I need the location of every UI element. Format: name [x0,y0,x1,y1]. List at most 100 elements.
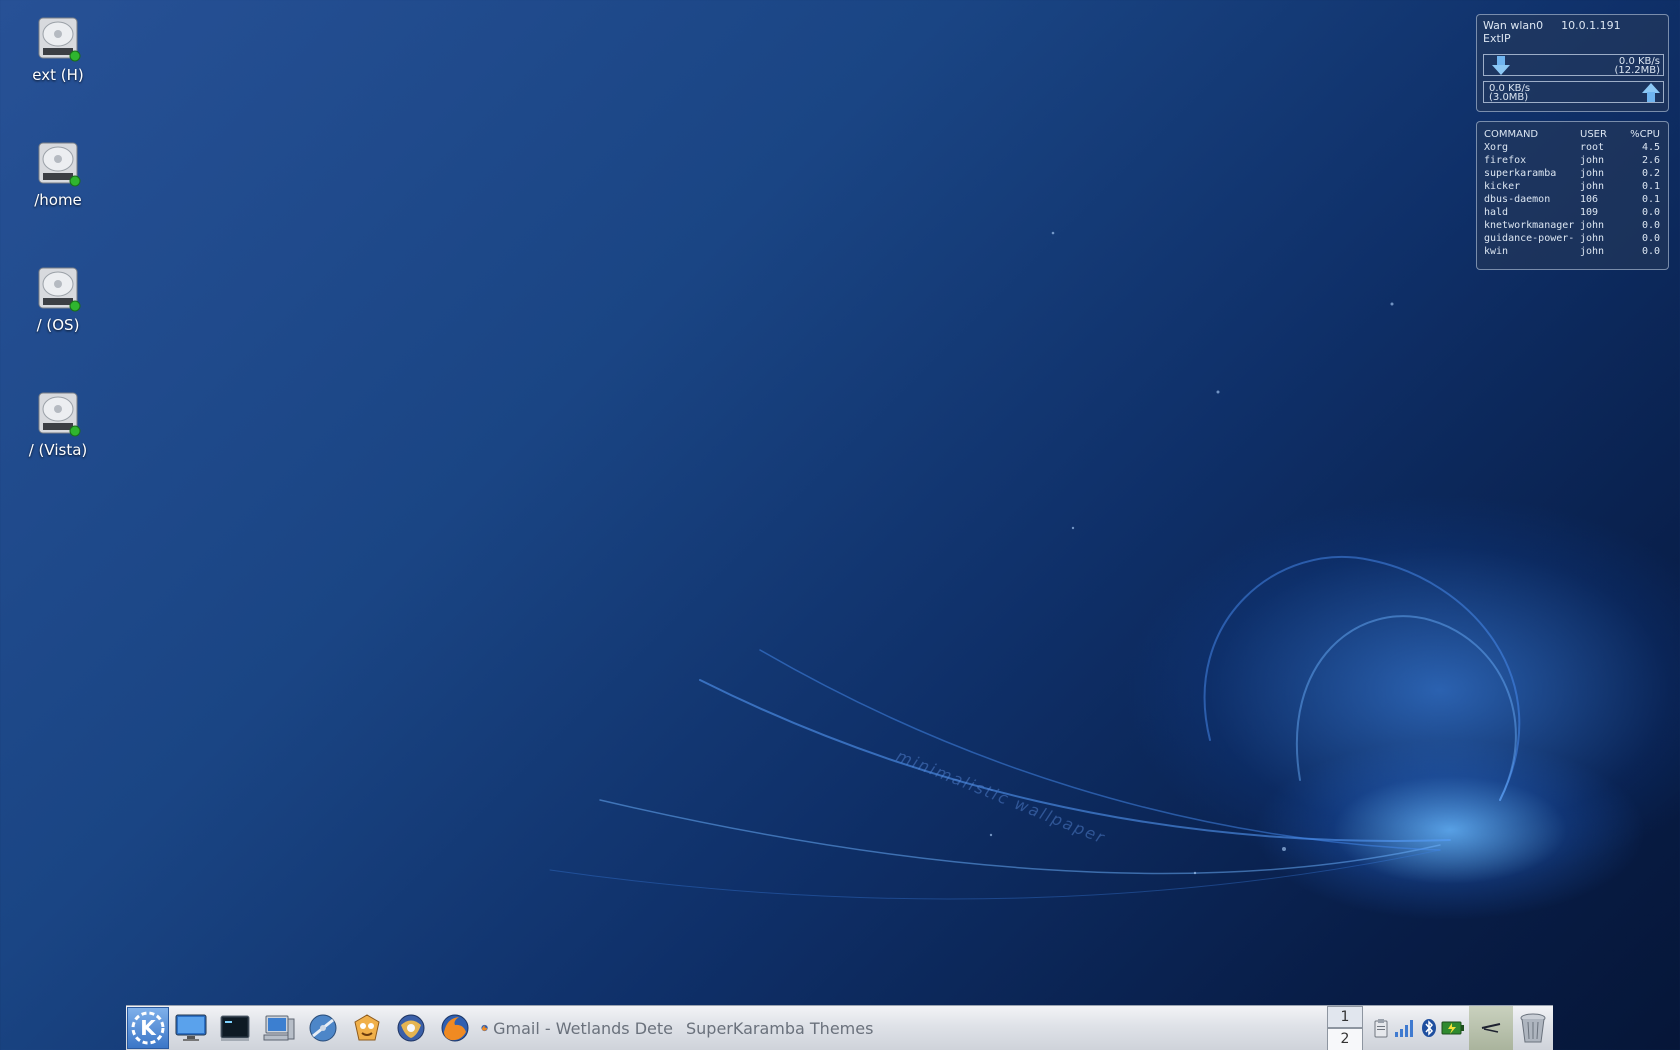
tray-clipboard[interactable] [1369,1008,1393,1048]
task-button-superkaramba[interactable]: SuperKaramba Themes [677,1009,877,1047]
email-client-launcher[interactable] [389,1006,433,1050]
header-command: COMMAND [1484,129,1539,140]
process-cpu: 0.0 [1641,220,1660,231]
email-client-icon [397,1014,425,1042]
desktop-icon-label: /home [34,191,82,209]
process-row: firefox john 2.6 [1484,154,1661,167]
upload-total: (3.0MB) [1489,92,1529,103]
process-cpu: 0.1 [1641,194,1660,205]
extip-label: ExtIP [1483,32,1511,45]
process-user: john [1580,246,1605,257]
upload-meter: 0.0 KB/s (3.0MB) [1483,81,1664,103]
desktop-monitor-icon [175,1014,207,1041]
kde-menu-button[interactable]: K [127,1007,169,1049]
process-row: superkaramba john 0.2 [1484,167,1661,180]
header-cpu: %CPU [1630,129,1660,140]
process-cpu: 0.0 [1641,233,1660,244]
harddisk-icon [38,392,81,437]
harddisk-icon [38,142,81,187]
network-interface: Wan wlan0 [1483,19,1544,32]
firefox-icon [481,1024,488,1032]
process-row: kicker john 0.1 [1484,180,1661,193]
desktop-icon-label: ext (H) [32,66,84,84]
process-cpu: 0.0 [1641,246,1660,257]
process-user: john [1580,181,1605,192]
task-button-gmail[interactable]: Gmail - Wetlands Dete [477,1009,677,1047]
desktop-icon-vista[interactable]: / (Vista) [18,389,98,459]
pager-desktop-1[interactable]: 1 [1327,1005,1363,1028]
process-user: john [1580,233,1605,244]
desktop-pager: 1 2 [1327,1005,1363,1050]
process-command: dbus-daemon [1484,194,1551,205]
process-row: hald 109 0.0 [1484,206,1661,219]
terminal-launcher[interactable] [213,1006,257,1050]
task-label: SuperKaramba Themes [686,1018,874,1038]
tray-network[interactable] [1393,1008,1417,1048]
process-command: firefox [1484,155,1527,166]
process-cpu: 2.6 [1641,155,1660,166]
process-monitor-widget[interactable]: COMMAND USER %CPU Xorg root 4.5 firefox … [1476,121,1669,270]
process-row: guidance-power- john 0.0 [1484,232,1661,245]
web-browser-launcher[interactable] [301,1006,345,1050]
process-user: john [1580,220,1605,231]
desktop-icon-label: / (OS) [36,316,80,334]
process-row: knetworkmanager john 0.0 [1484,219,1661,232]
process-user: 106 [1580,194,1599,205]
process-user: john [1580,155,1605,166]
clock-icon [1481,1023,1501,1033]
ip-address: 10.0.1.191 [1561,19,1621,32]
desktop-icon-home[interactable]: /home [18,139,98,209]
tray-bluetooth[interactable] [1417,1008,1441,1048]
system-launcher[interactable] [257,1006,301,1050]
kde-menu-icon: K [131,1011,165,1045]
media-player-icon [354,1014,380,1041]
network-monitor-widget[interactable]: Wan wlan0 10.0.1.191 ExtIP 0.0 KB/s (12.… [1476,14,1669,112]
process-command: kicker [1484,181,1521,192]
trash-applet[interactable] [1513,1006,1553,1050]
desktop-icon-label: / (Vista) [28,441,88,459]
process-command: hald [1484,207,1509,218]
web-browser-icon [309,1014,337,1042]
firefox-icon [441,1014,469,1042]
process-table-header: COMMAND USER %CPU [1484,128,1661,141]
process-cpu: 0.2 [1641,168,1660,179]
terminal-icon [220,1015,250,1041]
battery-icon [1441,1021,1464,1035]
pager-desktop-2[interactable]: 2 [1327,1028,1363,1050]
tray-battery[interactable] [1441,1008,1465,1048]
download-arrow-icon [1492,56,1510,75]
trash-icon [1520,1013,1546,1043]
show-desktop-launcher[interactable] [169,1006,213,1050]
upload-arrow-icon [1642,83,1660,102]
harddisk-icon [38,267,81,312]
process-user: john [1580,168,1605,179]
process-user: 109 [1580,207,1599,218]
taskbar-panel: K Gmail - Wetlands Dete SuperKaramba The… [126,1005,1553,1050]
process-command: guidance-power- [1484,233,1575,244]
process-command: superkaramba [1484,168,1557,179]
process-row: Xorg root 4.5 [1484,141,1661,154]
download-total: (12.2MB) [1614,65,1660,76]
desktop-icon-os[interactable]: / (OS) [18,264,98,334]
process-user: root [1580,142,1605,153]
task-label: Gmail - Wetlands Dete [493,1018,673,1038]
wallpaper-text: minimalistic wallpaper [894,746,1109,848]
harddisk-icon [38,17,81,62]
header-user: USER [1580,129,1607,140]
desktop-icon-ext-h[interactable]: ext (H) [18,14,98,84]
download-meter: 0.0 KB/s (12.2MB) [1483,54,1664,76]
computer-icon [263,1015,295,1041]
clock-applet[interactable] [1469,1005,1513,1050]
bluetooth-icon [1422,1019,1436,1037]
process-command: kwin [1484,246,1509,257]
firefox-launcher[interactable] [433,1006,477,1050]
process-cpu: 4.5 [1641,142,1660,153]
process-command: knetworkmanager [1484,220,1575,231]
process-cpu: 0.0 [1641,207,1660,218]
svg-text:K: K [140,1016,157,1040]
process-row: dbus-daemon 106 0.1 [1484,193,1661,206]
process-cpu: 0.1 [1641,181,1660,192]
wallpaper: minimalistic wallpaper [549,231,1521,900]
media-player-launcher[interactable] [345,1006,389,1050]
process-command: Xorg [1484,142,1509,153]
